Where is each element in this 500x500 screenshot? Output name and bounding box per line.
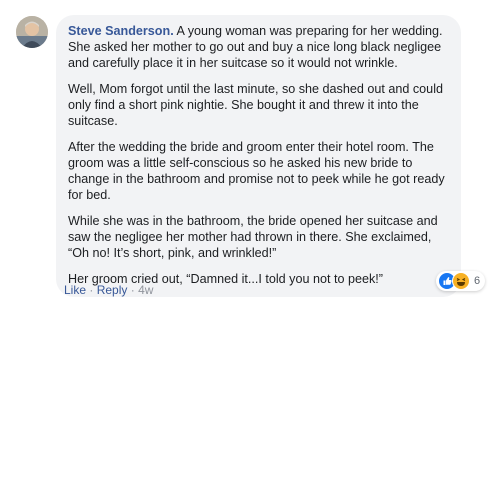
- comment-paragraph: Steve Sanderson. A young woman was prepa…: [68, 23, 449, 71]
- haha-icon: [452, 272, 470, 290]
- separator: ·: [89, 283, 97, 297]
- reply-link[interactable]: Reply: [97, 283, 128, 297]
- separator: ·: [130, 283, 139, 297]
- author-name[interactable]: Steve Sanderson.: [68, 24, 174, 38]
- reaction-count: 6: [474, 275, 481, 287]
- like-link[interactable]: Like: [64, 283, 86, 297]
- avatar-photo: [16, 16, 48, 48]
- timestamp[interactable]: 4w: [138, 283, 153, 297]
- comment-paragraph: Well, Mom forgot until the last minute, …: [68, 82, 443, 128]
- comment-bubble: Steve Sanderson. A young woman was prepa…: [56, 15, 461, 297]
- comment-paragraph: While she was in the bathroom, the bride…: [68, 214, 438, 260]
- comment-paragraph: After the wedding the bride and groom en…: [68, 140, 445, 202]
- avatar[interactable]: [16, 16, 48, 48]
- comment-actions: Like · Reply · 4w: [64, 283, 153, 297]
- reactions-badge[interactable]: 6: [436, 271, 486, 291]
